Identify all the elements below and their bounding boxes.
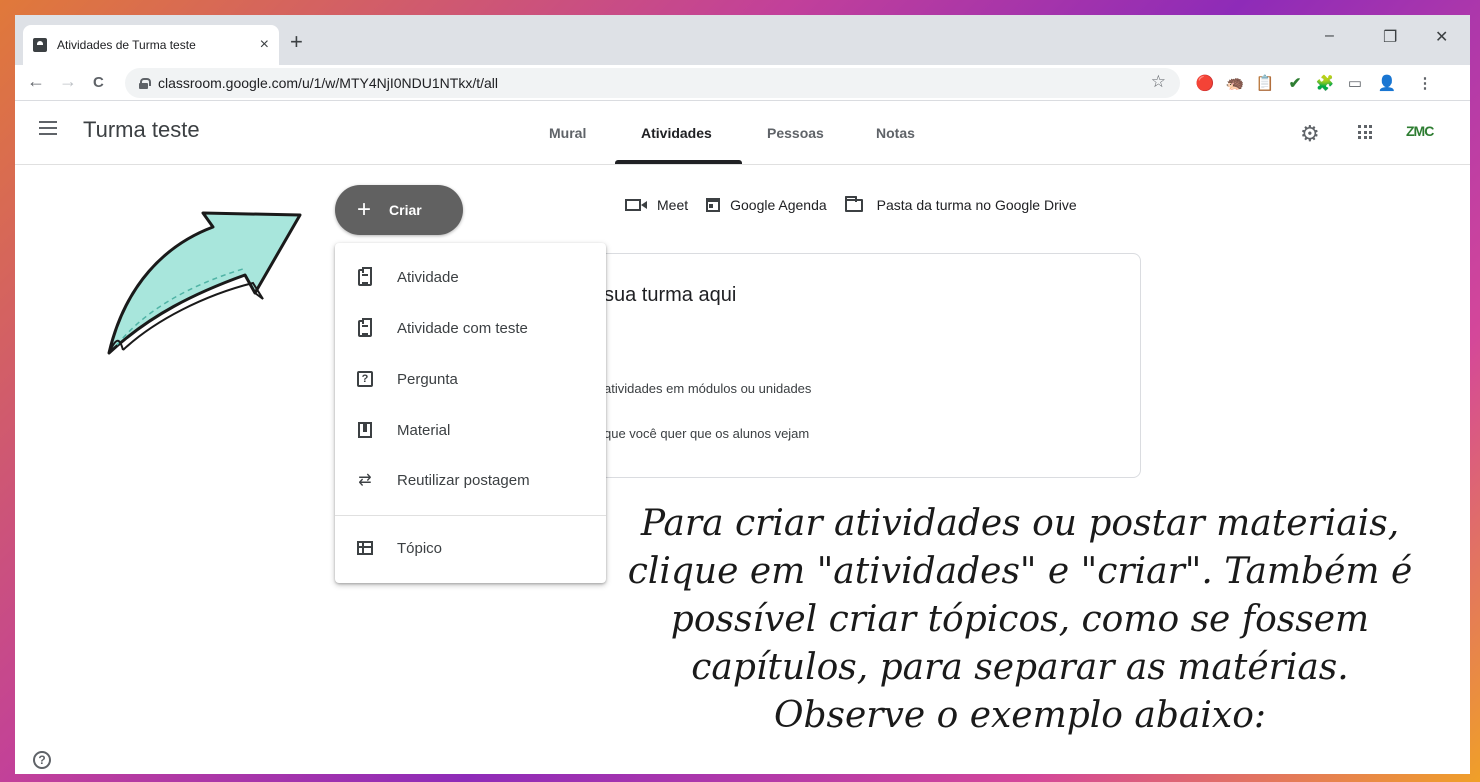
tab-mural[interactable]: Mural [549, 125, 586, 141]
create-button[interactable]: + Criar [335, 185, 463, 235]
meet-label: Meet [657, 197, 689, 213]
back-icon[interactable]: ← [27, 71, 45, 92]
extension-icon-1[interactable]: 🔴 [1195, 73, 1215, 93]
google-apps-icon[interactable] [1358, 125, 1372, 139]
close-window-button[interactable]: ✕ [1435, 27, 1448, 47]
class-title: Turma teste [83, 117, 200, 142]
folder-icon [844, 195, 863, 212]
classroom-favicon-icon [33, 38, 47, 52]
meet-link[interactable]: Meet [625, 197, 688, 213]
browser-tab[interactable]: Atividades de Turma teste × [23, 25, 279, 65]
screenshot-frame: Atividades de Turma teste × + – ❐ ✕ ← → … [15, 15, 1470, 774]
check-extension-icon[interactable]: ✔ [1285, 73, 1305, 93]
lock-icon [139, 77, 151, 89]
video-camera-icon [625, 199, 647, 211]
extension-icon-2[interactable]: 🦔 [1225, 73, 1245, 93]
calendar-label: Google Agenda [730, 197, 827, 213]
puzzle-extensions-icon[interactable]: 🧩 [1315, 73, 1335, 93]
account-logo[interactable]: ZMC [1406, 123, 1434, 139]
settings-gear-icon[interactable]: ⚙ [1300, 121, 1320, 147]
create-menu: Atividade Atividade com teste ? Pergunta… [335, 243, 606, 583]
question-icon: ? [357, 371, 373, 387]
url-text: classroom.google.com/u/1/w/MTY4NjI0NDU1N… [158, 75, 498, 91]
menu-item-material[interactable]: Material [335, 408, 606, 452]
calendar-icon [706, 198, 721, 212]
menu-item-label: Atividade com teste [397, 319, 528, 337]
forward-icon[interactable]: → [59, 71, 77, 92]
menu-item-label: Atividade [397, 268, 459, 286]
empty-state-card: sua turma aqui atividades em módulos ou … [575, 253, 1141, 478]
tab-notas[interactable]: Notas [876, 125, 915, 141]
browser-toolbar: ← → C classroom.google.com/u/1/w/MTY4NjI… [15, 65, 1470, 101]
empty-state-line-1: atividades em módulos ou unidades [604, 381, 812, 396]
restore-button[interactable]: ❐ [1383, 27, 1397, 47]
menu-item-label: Material [397, 421, 451, 439]
help-icon[interactable]: ? [33, 751, 51, 769]
menu-item-pergunta[interactable]: ? Pergunta [335, 357, 606, 401]
quiz-assignment-icon [358, 317, 372, 337]
new-tab-button[interactable]: + [290, 29, 303, 55]
menu-item-reutilizar-postagem[interactable]: ⇄ Reutilizar postagem [335, 458, 606, 502]
plus-icon: + [357, 196, 372, 223]
calendar-link[interactable]: Google Agenda [706, 197, 827, 213]
class-links: Meet Google Agenda Pasta da turma no Goo… [625, 195, 1095, 213]
active-tab-indicator [615, 160, 742, 164]
annotation-text: Para criar atividades ou postar materiai… [627, 503, 1413, 736]
tab-pessoas[interactable]: Pessoas [767, 125, 824, 141]
menu-item-label: Pergunta [397, 370, 458, 388]
tab-close-icon[interactable]: × [260, 36, 269, 54]
material-icon [358, 422, 372, 438]
drive-folder-label: Pasta da turma no Google Drive [876, 197, 1077, 213]
menu-item-atividade-com-teste[interactable]: Atividade com teste [335, 306, 606, 350]
hamburger-menu-icon[interactable] [39, 121, 57, 135]
extension-icon-3[interactable]: 📋 [1255, 73, 1275, 93]
cast-icon[interactable]: ▭ [1345, 73, 1365, 93]
profile-avatar-icon[interactable]: 👤 [1377, 73, 1397, 93]
reuse-icon: ⇄ [358, 472, 372, 489]
menu-item-label: Tópico [397, 539, 443, 557]
bookmark-star-icon[interactable]: ☆ [1151, 72, 1166, 92]
reload-icon[interactable]: C [93, 74, 104, 91]
create-button-label: Criar [389, 202, 422, 218]
topic-icon [357, 541, 373, 555]
empty-state-line-2: que você quer que os alunos vejam [604, 426, 810, 441]
assignment-icon [358, 266, 372, 286]
address-bar[interactable]: classroom.google.com/u/1/w/MTY4NjI0NDU1N… [125, 68, 1180, 98]
minimize-button[interactable]: – [1325, 27, 1334, 45]
menu-item-atividade[interactable]: Atividade [335, 255, 606, 299]
classroom-header: Turma teste Mural Atividades Pessoas Not… [15, 101, 1470, 165]
drive-folder-link[interactable]: Pasta da turma no Google Drive [844, 195, 1077, 213]
tab-title: Atividades de Turma teste [57, 38, 196, 52]
menu-item-topico[interactable]: Tópico [335, 526, 606, 570]
browser-tabstrip: Atividades de Turma teste × + – ❐ ✕ [15, 15, 1470, 65]
annotation-arrow [107, 211, 302, 355]
menu-item-label: Reutilizar postagem [397, 471, 530, 489]
browser-menu-icon[interactable]: ⋮ [1415, 73, 1435, 93]
empty-state-title: sua turma aqui [604, 284, 737, 306]
tab-atividades[interactable]: Atividades [641, 125, 712, 141]
menu-divider [335, 515, 606, 516]
